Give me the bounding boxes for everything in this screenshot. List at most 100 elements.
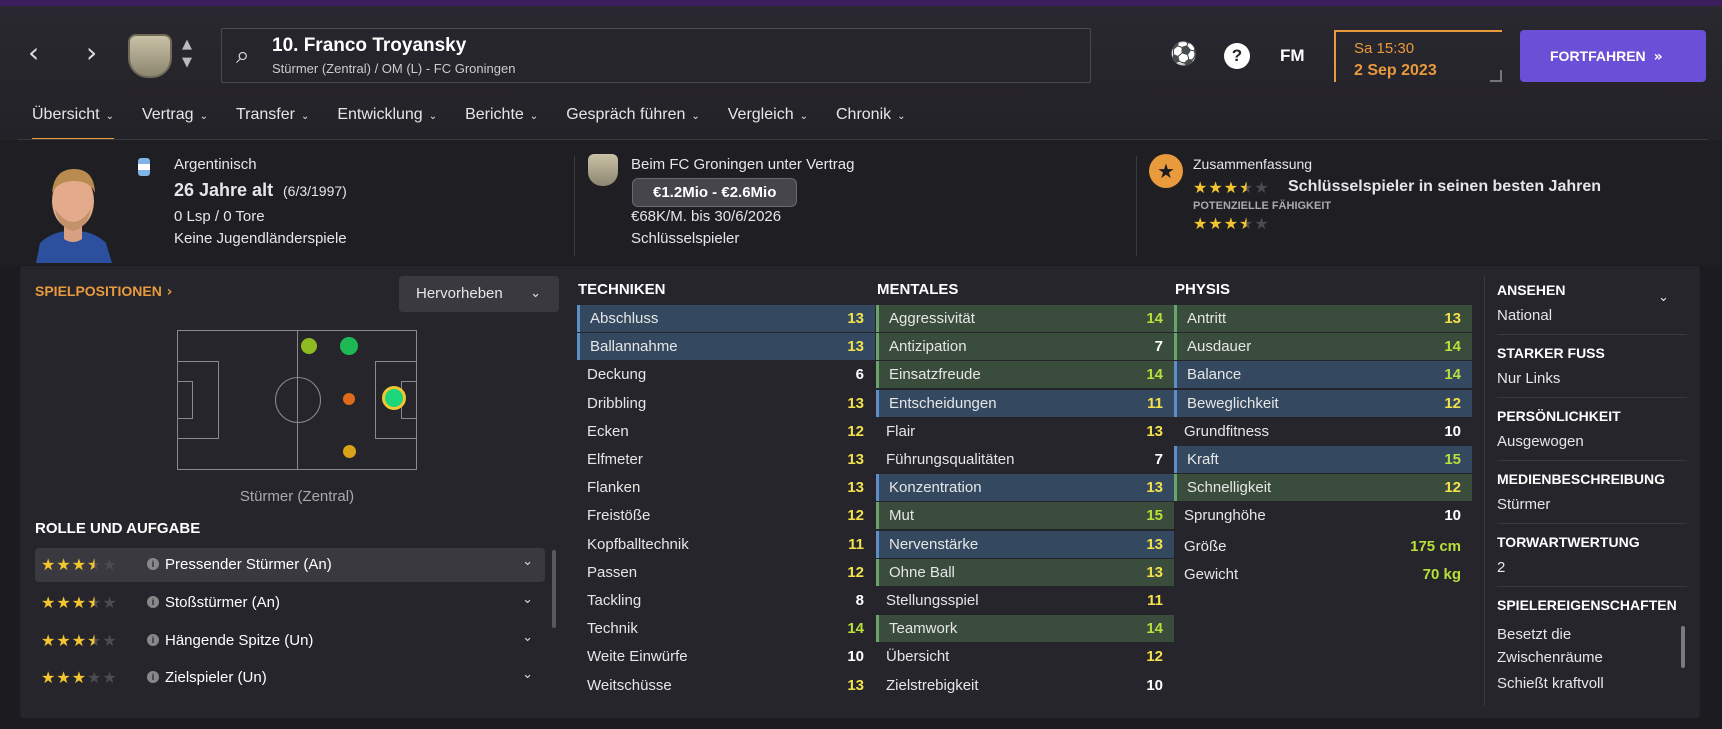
attribute-row[interactable]: Beweglichkeit 12	[1174, 389, 1472, 417]
attribute-row[interactable]: Grundfitness 10	[1174, 418, 1472, 445]
tab-contract[interactable]: Vertrag ⌄	[128, 102, 222, 128]
attribute-row[interactable]: Balance 14	[1174, 361, 1472, 389]
role-name: Pressender Stürmer (An)	[165, 556, 332, 573]
attribute-row[interactable]: Ballannahme 13	[577, 333, 875, 361]
continue-button[interactable]: FORTFAHREN »	[1520, 30, 1706, 82]
tab-reports[interactable]: Berichte ⌄	[451, 102, 552, 128]
contract-club: Beim FC Groningen unter Vertrag	[631, 156, 855, 173]
squad-status: Schlüsselspieler	[631, 230, 740, 247]
role-item[interactable]: ★★★★★ i Hängende Spitze (Un) ⌄	[35, 624, 545, 658]
chevron-down-icon[interactable]: ⌄	[522, 667, 533, 682]
attribute-name: Technik	[587, 620, 638, 638]
attribute-name: Weite Einwürfe	[587, 648, 688, 666]
attribute-name: Übersicht	[886, 648, 950, 666]
info-icon[interactable]: i	[147, 671, 159, 683]
info-icon[interactable]: i	[147, 596, 159, 608]
role-item[interactable]: ★★★★★ i Zielspieler (Un) ⌄	[35, 661, 545, 695]
tab-transfer[interactable]: Transfer ⌄	[222, 102, 323, 128]
club-crest-icon[interactable]	[588, 154, 618, 186]
tab-history[interactable]: Chronik ⌄	[822, 102, 920, 128]
help-icon[interactable]: ?	[1224, 43, 1250, 69]
attribute-row[interactable]: Weite Einwürfe 10	[577, 643, 875, 670]
media-value: Stürmer	[1497, 496, 1551, 513]
tab-talk[interactable]: Gespräch führen ⌄	[552, 102, 714, 128]
attribute-row[interactable]: Führungsqualitäten 7	[876, 446, 1174, 473]
chevron-down-icon[interactable]: ⌄	[522, 630, 533, 645]
chevron-down-icon: ⌄	[897, 111, 906, 122]
attribute-value: 14	[1146, 310, 1163, 327]
tab-compare[interactable]: Vergleich ⌄	[714, 102, 822, 128]
back-chevron-icon[interactable]: ‹	[28, 36, 39, 69]
position-pitch[interactable]	[177, 330, 417, 470]
info-icon[interactable]: i	[147, 558, 159, 570]
attribute-value: 7	[1154, 338, 1163, 356]
attribute-row[interactable]: Kraft 15	[1174, 446, 1472, 473]
attribute-row[interactable]: Sprunghöhe 10	[1174, 502, 1472, 529]
attribute-row[interactable]: Elfmeter 13	[577, 446, 875, 473]
attribute-row[interactable]: Teamwork 14	[876, 615, 1174, 643]
info-icon[interactable]: i	[147, 634, 159, 646]
attribute-row[interactable]: Zielstrebigkeit 10	[876, 672, 1174, 699]
attribute-row[interactable]: Ecken 12	[577, 418, 875, 445]
role-item[interactable]: ★★★★★ i Pressender Stürmer (An) ⌄	[35, 548, 545, 582]
attribute-row[interactable]: Gewicht 70 kg	[1174, 561, 1472, 588]
attribute-row[interactable]: Schnelligkeit 12	[1174, 474, 1472, 502]
role-item[interactable]: ★★★★★ i Stoßstürmer (An) ⌄	[35, 586, 545, 620]
attribute-value: 11	[1147, 592, 1163, 609]
attribute-value: 13	[847, 394, 864, 412]
tab-development[interactable]: Entwicklung ⌄	[323, 102, 451, 128]
attribute-name: Tackling	[587, 592, 642, 609]
attribute-row[interactable]: Nervenstärke 13	[876, 530, 1174, 558]
attribute-value: 14	[1444, 366, 1461, 384]
attribute-row[interactable]: Ausdauer 14	[1174, 333, 1472, 361]
attribute-row[interactable]: Flanken 13	[577, 474, 875, 501]
attribute-row[interactable]: Ohne Ball 13	[876, 558, 1174, 586]
attribute-row[interactable]: Einsatzfreude 14	[876, 361, 1174, 389]
attribute-row[interactable]: Dribbling 13	[577, 390, 875, 417]
role-name: Hängende Spitze (Un)	[165, 632, 314, 649]
highlight-dropdown[interactable]: Hervorheben ⌄	[399, 276, 559, 312]
attribute-row[interactable]: Abschluss 13	[577, 305, 875, 332]
attribute-row[interactable]: Tackling 8	[577, 587, 875, 614]
tab-overview[interactable]: Übersicht ⌄	[18, 102, 128, 142]
attribute-row[interactable]: Weitschüsse 13	[577, 672, 875, 699]
attribute-name: Passen	[587, 563, 638, 581]
player-positions: Stürmer (Zentral) / OM (L) - FC Groninge…	[272, 61, 516, 76]
attribute-value: 15	[1444, 451, 1461, 468]
attribute-row[interactable]: Konzentration 13	[876, 474, 1174, 502]
positions-title[interactable]: SPIELPOSITIONEN ›	[35, 283, 172, 300]
fm-menu-button[interactable]: FM	[1280, 46, 1305, 66]
search-icon[interactable]: ⌕	[236, 41, 249, 69]
transfer-value-badge[interactable]: €1.2Mio - €2.6Mio	[632, 178, 798, 207]
position-rating-dot	[340, 337, 358, 355]
chevron-down-icon[interactable]: ⌄	[522, 554, 533, 569]
attribute-row[interactable]: Stellungsspiel 11	[876, 587, 1174, 614]
attribute-row[interactable]: Technik 14	[577, 615, 875, 642]
attribute-row[interactable]: Entscheidungen 11	[876, 389, 1174, 417]
attribute-row[interactable]: Antritt 13	[1174, 305, 1472, 332]
attribute-row[interactable]: Übersicht 12	[876, 643, 1174, 670]
attribute-row[interactable]: Antizipation 7	[876, 333, 1174, 361]
social-feed-icon[interactable]: ⚽	[1170, 42, 1197, 67]
attribute-row[interactable]: Passen 12	[577, 559, 875, 586]
player-switch-arrows-icon[interactable]: ▲ ▼	[182, 36, 192, 72]
roles-scrollbar[interactable]	[552, 550, 556, 628]
attribute-value: 10	[1444, 507, 1461, 525]
attribute-row[interactable]: Flair 13	[876, 418, 1174, 445]
attribute-row[interactable]: Kopfballtechnik 11	[577, 531, 875, 558]
game-date[interactable]: Sa 15:30 2 Sep 2023	[1334, 30, 1502, 82]
chevron-down-icon: ⌄	[300, 111, 310, 122]
chevron-down-icon[interactable]: ⌄	[522, 592, 533, 607]
club-crest-icon[interactable]	[128, 34, 172, 78]
traits-scrollbar[interactable]	[1681, 626, 1685, 668]
attribute-row[interactable]: Freistöße 12	[577, 502, 875, 529]
attribute-value: 14	[847, 620, 864, 638]
role-name: Zielspieler (Un)	[165, 669, 267, 686]
player-header-search[interactable]: ⌕ 10. Franco Troyansky Stürmer (Zentral)…	[221, 28, 1091, 83]
chevron-down-icon[interactable]: ⌄	[1658, 290, 1669, 305]
forward-chevron-icon[interactable]: ›	[86, 36, 97, 69]
attribute-row[interactable]: Aggressivität 14	[876, 305, 1174, 332]
attribute-row[interactable]: Mut 15	[876, 502, 1174, 530]
attribute-row[interactable]: Größe 175 cm	[1174, 533, 1472, 560]
attribute-row[interactable]: Deckung 6	[577, 361, 875, 388]
